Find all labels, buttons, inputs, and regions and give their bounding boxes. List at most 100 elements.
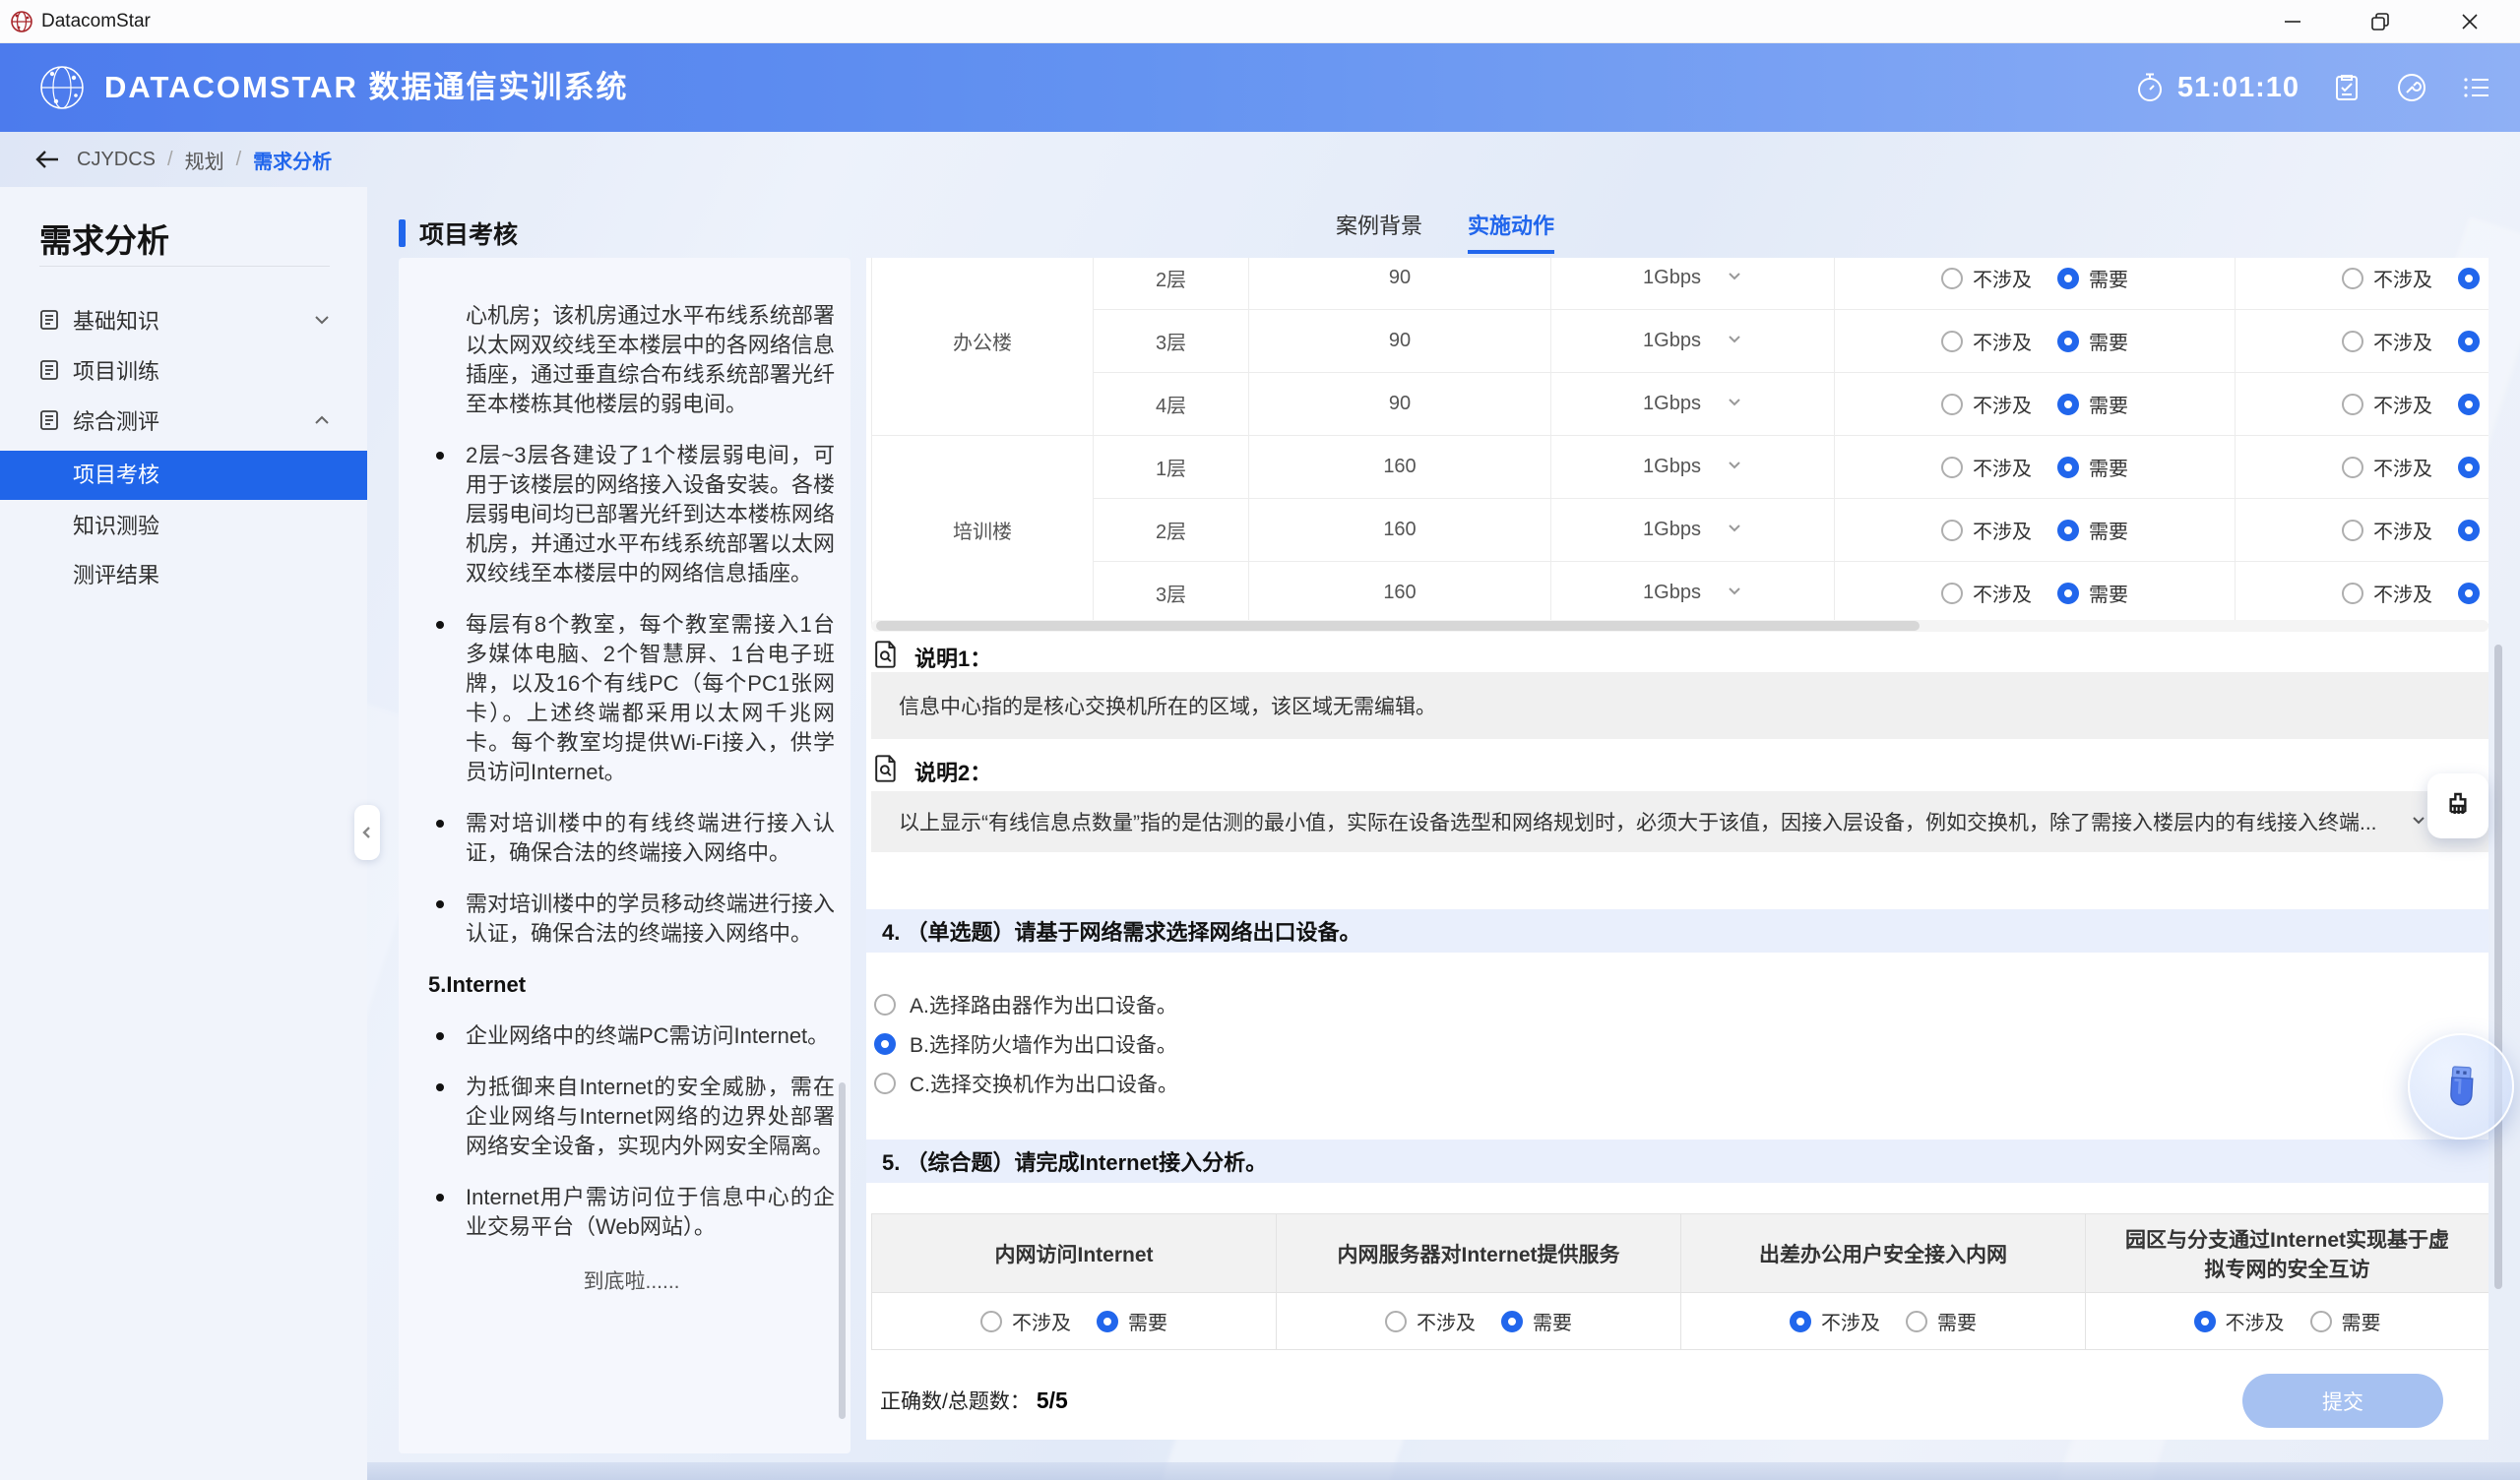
radio-icon[interactable] <box>2342 457 2363 478</box>
radio-icon[interactable] <box>2342 583 2363 604</box>
bandwidth-select[interactable]: 1Gbps <box>1551 582 1834 604</box>
radio-not-involved[interactable]: 不涉及 <box>1385 1307 1476 1335</box>
radio-icon-selected[interactable] <box>2057 583 2079 604</box>
q4-option-a[interactable]: A.选择路由器作为出口设备。 <box>874 990 1177 1019</box>
radio-required[interactable]: 需要 <box>1501 1307 1572 1335</box>
radio-icon-selected[interactable] <box>2458 268 2480 289</box>
minimize-button[interactable] <box>2260 0 2325 43</box>
radio-icon-selected[interactable] <box>1501 1311 1523 1332</box>
q4-option-c[interactable]: C.选择交换机作为出口设备。 <box>874 1069 1178 1098</box>
bandwidth-select[interactable]: 1Gbps <box>1551 267 1834 289</box>
clear-brush-button[interactable] <box>2427 773 2488 838</box>
radio-icon[interactable] <box>1941 583 1963 604</box>
radio-icon[interactable] <box>1941 331 1963 352</box>
table-horizontal-scrollbar[interactable] <box>871 620 2488 632</box>
bandwidth-select[interactable]: 1Gbps <box>1551 519 1834 541</box>
radio-not-involved[interactable]: 不涉及 <box>1941 264 2032 292</box>
radio-icon[interactable] <box>1941 394 1963 415</box>
radio-required[interactable]: 需要 <box>2458 327 2488 355</box>
radio-icon-selected[interactable] <box>2458 457 2480 478</box>
radio-icon-selected[interactable] <box>1097 1311 1118 1332</box>
radio-not-involved[interactable]: 不涉及 <box>2342 579 2432 607</box>
radio-icon-selected[interactable] <box>2057 268 2079 289</box>
radio-not-involved[interactable]: 不涉及 <box>2342 327 2432 355</box>
radio-icon-selected[interactable] <box>2057 457 2079 478</box>
radio-not-involved[interactable]: 不涉及 <box>2342 453 2432 481</box>
radio-required[interactable]: 需要 <box>2458 390 2488 418</box>
submit-button[interactable]: 提交 <box>2242 1374 2443 1428</box>
radio-not-involved[interactable]: 不涉及 <box>2342 264 2432 292</box>
radio-icon[interactable] <box>2342 520 2363 541</box>
close-button[interactable] <box>2437 0 2502 43</box>
radio-icon[interactable] <box>874 1073 896 1094</box>
radio-icon-selected[interactable] <box>2458 520 2480 541</box>
radio-icon-selected[interactable] <box>1790 1311 1811 1332</box>
expand-chevron-icon[interactable] <box>2410 811 2427 834</box>
radio-icon[interactable] <box>1385 1311 1407 1332</box>
radio-required[interactable]: 需要 <box>1097 1307 1167 1335</box>
radio-required[interactable]: 需要 <box>2458 453 2488 481</box>
radio-required[interactable]: 需要 <box>2057 327 2128 355</box>
radio-icon-selected[interactable] <box>2057 331 2079 352</box>
radio-icon-selected[interactable] <box>874 1033 896 1055</box>
radio-required[interactable]: 需要 <box>2057 264 2128 292</box>
breadcrumb-item-current[interactable]: 需求分析 <box>253 146 332 174</box>
radio-icon-selected[interactable] <box>2057 520 2079 541</box>
radio-icon[interactable] <box>1941 520 1963 541</box>
radio-not-involved[interactable]: 不涉及 <box>2342 390 2432 418</box>
radio-not-involved[interactable]: 不涉及 <box>2342 516 2432 544</box>
radio-icon[interactable] <box>2342 394 2363 415</box>
sidebar-subitem-project-exam[interactable]: 项目考核 <box>0 451 367 500</box>
radio-required[interactable]: 需要 <box>2458 264 2488 292</box>
radio-required[interactable]: 需要 <box>2057 390 2128 418</box>
radio-icon-selected[interactable] <box>2458 583 2480 604</box>
radio-required[interactable]: 需要 <box>2057 516 2128 544</box>
radio-icon-selected[interactable] <box>2458 331 2480 352</box>
scrollbar-thumb[interactable] <box>876 621 1920 631</box>
bandwidth-select[interactable]: 1Gbps <box>1551 330 1834 352</box>
sidebar-subitem-assessment-results[interactable]: 测评结果 <box>0 551 367 600</box>
report-icon[interactable] <box>2329 70 2364 105</box>
sidebar-item-basic-knowledge[interactable]: 基础知识 <box>0 295 367 344</box>
radio-required[interactable]: 需要 <box>2458 579 2488 607</box>
radio-icon[interactable] <box>1941 457 1963 478</box>
tools-icon[interactable] <box>2394 70 2429 105</box>
radio-not-involved[interactable]: 不涉及 <box>980 1307 1071 1335</box>
radio-not-involved[interactable]: 不涉及 <box>1941 516 2032 544</box>
radio-required[interactable]: 需要 <box>2310 1307 2381 1335</box>
radio-icon[interactable] <box>2310 1311 2332 1332</box>
case-panel-scrollbar[interactable] <box>839 1082 846 1419</box>
breadcrumb-item[interactable]: 规划 <box>185 146 224 174</box>
radio-icon-selected[interactable] <box>2194 1311 2216 1332</box>
radio-icon[interactable] <box>1906 1311 1927 1332</box>
radio-icon[interactable] <box>874 994 896 1016</box>
sidebar-collapse-handle[interactable] <box>354 805 380 860</box>
radio-not-involved[interactable]: 不涉及 <box>1790 1307 1880 1335</box>
radio-required[interactable]: 需要 <box>2057 579 2128 607</box>
bandwidth-select[interactable]: 1Gbps <box>1551 393 1834 415</box>
radio-icon-selected[interactable] <box>2458 394 2480 415</box>
radio-not-involved[interactable]: 不涉及 <box>1941 390 2032 418</box>
question-panel-scrollbar[interactable] <box>2494 645 2502 1289</box>
radio-not-involved[interactable]: 不涉及 <box>1941 579 2032 607</box>
menu-list-icon[interactable] <box>2459 70 2494 105</box>
usb-drive-widget[interactable] <box>2408 1033 2514 1140</box>
radio-icon[interactable] <box>2342 331 2363 352</box>
radio-required[interactable]: 需要 <box>1906 1307 1977 1335</box>
radio-icon-selected[interactable] <box>2057 394 2079 415</box>
restore-button[interactable] <box>2348 0 2413 43</box>
bandwidth-select[interactable]: 1Gbps <box>1551 456 1834 478</box>
radio-not-involved[interactable]: 不涉及 <box>1941 453 2032 481</box>
radio-not-involved[interactable]: 不涉及 <box>2194 1307 2285 1335</box>
breadcrumb-item[interactable]: CJYDCS <box>77 149 156 171</box>
radio-required[interactable]: 需要 <box>2057 453 2128 481</box>
radio-icon[interactable] <box>980 1311 1002 1332</box>
radio-icon[interactable] <box>1941 268 1963 289</box>
radio-icon[interactable] <box>2342 268 2363 289</box>
tab-case-background[interactable]: 案例背景 <box>1336 209 1422 254</box>
sidebar-item-comprehensive-assessment[interactable]: 综合测评 <box>0 396 367 445</box>
sidebar-subitem-knowledge-quiz[interactable]: 知识测验 <box>0 502 367 551</box>
tab-implementation[interactable]: 实施动作 <box>1468 209 1554 254</box>
radio-not-involved[interactable]: 不涉及 <box>1941 327 2032 355</box>
back-arrow-icon[interactable] <box>30 142 65 177</box>
